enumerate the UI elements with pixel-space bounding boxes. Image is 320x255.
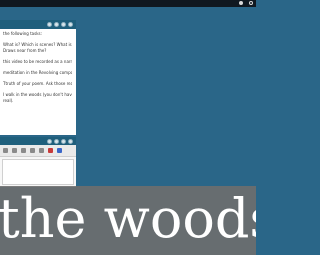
italic-icon[interactable] xyxy=(12,148,17,153)
minimize-icon[interactable] xyxy=(61,22,66,27)
instruction-line: What is? Which is scenes? What is happen… xyxy=(3,42,72,47)
response-text-area[interactable] xyxy=(2,159,74,185)
editor-header xyxy=(0,137,76,145)
instruction-line: this video to be recorded as a narration… xyxy=(3,59,72,64)
instructions: the following tasks: What is? Which is s… xyxy=(0,29,76,103)
info-icon[interactable] xyxy=(47,22,52,27)
underline-icon[interactable] xyxy=(21,148,26,153)
instruction-line: real). xyxy=(3,98,14,103)
settings-icon[interactable] xyxy=(54,22,59,27)
caption-overlay: the woods xyxy=(0,186,256,255)
assignment-panel: the following tasks: What is? Which is s… xyxy=(0,20,76,135)
close-icon[interactable] xyxy=(68,139,73,144)
caption-text: the woods xyxy=(0,187,256,250)
media-icon[interactable] xyxy=(57,148,62,153)
editor-toolbar xyxy=(0,145,76,157)
instruction-line: meditation in the Revolving component xyxy=(3,70,72,75)
bold-icon[interactable] xyxy=(3,148,8,153)
response-editor-panel xyxy=(0,137,76,187)
power-icon[interactable] xyxy=(249,1,253,5)
settings-icon[interactable] xyxy=(54,139,59,144)
minimize-icon[interactable] xyxy=(61,139,66,144)
link-icon[interactable] xyxy=(30,148,35,153)
image-icon[interactable] xyxy=(48,148,53,153)
top-bar xyxy=(0,0,256,7)
instruction-line: Draws near from the? xyxy=(3,48,47,53)
list-icon[interactable] xyxy=(39,148,44,153)
instruction-line: Ttruth of your poem. Ask those really xyxy=(3,81,72,86)
camera-icon[interactable] xyxy=(239,1,243,5)
close-icon[interactable] xyxy=(68,22,73,27)
instruction-line: the following tasks: xyxy=(3,31,42,36)
instruction-line: I walk in the woods (you don't have to u… xyxy=(3,92,72,97)
info-icon[interactable] xyxy=(47,139,52,144)
panel-header xyxy=(0,20,76,29)
